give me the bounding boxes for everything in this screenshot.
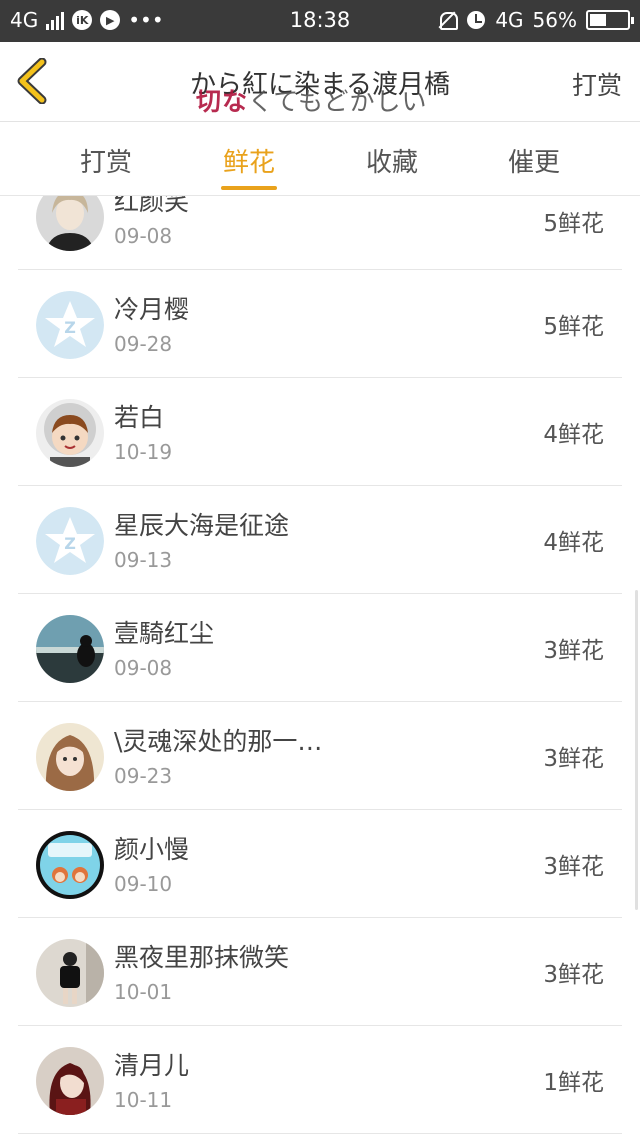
list-item[interactable]: 红颜笑 09-08 5鲜花 <box>18 196 622 270</box>
user-name: \灵魂深处的那一… <box>114 727 323 756</box>
avatar: Z <box>36 507 104 575</box>
avatar <box>36 1047 104 1115</box>
user-name: 壹騎红尘 <box>114 619 215 648</box>
avatar <box>36 939 104 1007</box>
default-star-avatar-icon: Z <box>36 507 104 575</box>
network-right-label: 4G <box>495 8 524 32</box>
overlay-caption: 切なくてもどかしい <box>196 82 428 118</box>
battery-icon <box>586 10 634 30</box>
date: 09-23 <box>114 764 173 788</box>
tab-reward[interactable]: 打赏 <box>56 142 156 179</box>
tab-bar: 打赏 鲜花 收藏 催更 <box>0 122 640 196</box>
user-name: 清月儿 <box>114 1051 190 1080</box>
flower-count: 1鲜花 <box>543 1070 604 1096</box>
back-button[interactable] <box>14 57 54 105</box>
list-item[interactable]: Z 星辰大海是征途 09-13 4鲜花 <box>18 486 622 594</box>
flower-count: 5鲜花 <box>543 314 604 340</box>
status-bar: 4G iK ▶ ••• 18:38 4G 56% <box>0 0 640 42</box>
list-item[interactable]: \灵魂深处的那一… 09-23 3鲜花 <box>18 702 622 810</box>
date: 10-01 <box>114 980 173 1004</box>
flower-count: 3鲜花 <box>543 638 604 664</box>
muted-bell-icon <box>437 10 459 30</box>
overlay-caption-highlight: 切な <box>196 87 249 116</box>
avatar <box>36 723 104 791</box>
date: 10-19 <box>114 440 173 464</box>
overlay-caption-rest: くてもどかしい <box>248 87 428 116</box>
date: 09-08 <box>114 656 173 680</box>
user-name: 黑夜里那抹微笑 <box>114 943 290 972</box>
reward-header-button[interactable]: 打赏 <box>572 66 622 102</box>
flower-count: 3鲜花 <box>543 854 604 880</box>
battery-percent: 56% <box>532 8 577 32</box>
avatar: Z <box>36 291 104 359</box>
flower-list[interactable]: 红颜笑 09-08 5鲜花 Z 冷月樱 09-28 5鲜花 若白 10-19 4… <box>18 196 622 1138</box>
default-star-avatar-icon: Z <box>36 291 104 359</box>
user-name: 星辰大海是征途 <box>114 511 290 540</box>
flower-count: 3鲜花 <box>543 962 604 988</box>
alarm-icon <box>466 10 486 30</box>
list-item[interactable]: 颜小慢 09-10 3鲜花 <box>18 810 622 918</box>
user-name: 若白 <box>114 403 165 432</box>
chevron-left-icon <box>17 57 47 105</box>
flower-count: 5鲜花 <box>543 211 604 237</box>
avatar <box>36 196 104 251</box>
tab-favorites[interactable]: 收藏 <box>342 142 442 179</box>
avatar <box>36 831 104 899</box>
active-tab-indicator <box>221 186 277 190</box>
flower-count: 3鲜花 <box>543 746 604 772</box>
list-item[interactable]: 清月儿 10-11 1鲜花 <box>18 1026 622 1134</box>
tab-flowers[interactable]: 鲜花 <box>199 142 299 179</box>
status-right: 4G 56% <box>437 8 634 32</box>
svg-text:Z: Z <box>64 318 76 337</box>
tab-urge-update[interactable]: 催更 <box>484 142 584 179</box>
user-name: 冷月樱 <box>114 295 190 324</box>
date: 10-11 <box>114 1088 173 1112</box>
svg-text:Z: Z <box>64 534 76 553</box>
scrollbar[interactable] <box>635 590 638 910</box>
list-item[interactable]: Z 冷月樱 09-28 5鲜花 <box>18 270 622 378</box>
flower-count: 4鲜花 <box>543 530 604 556</box>
user-name: 颜小慢 <box>114 835 190 864</box>
date: 09-13 <box>114 548 173 572</box>
avatar <box>36 615 104 683</box>
list-item[interactable]: 黑夜里那抹微笑 10-01 3鲜花 <box>18 918 622 1026</box>
list-item[interactable]: 壹騎红尘 09-08 3鲜花 <box>18 594 622 702</box>
date: 09-10 <box>114 872 173 896</box>
date: 09-08 <box>114 224 173 248</box>
user-name: 红颜笑 <box>114 196 190 216</box>
flower-count: 4鲜花 <box>543 422 604 448</box>
avatar <box>36 399 104 467</box>
list-item[interactable]: 若白 10-19 4鲜花 <box>18 378 622 486</box>
date: 09-28 <box>114 332 173 356</box>
